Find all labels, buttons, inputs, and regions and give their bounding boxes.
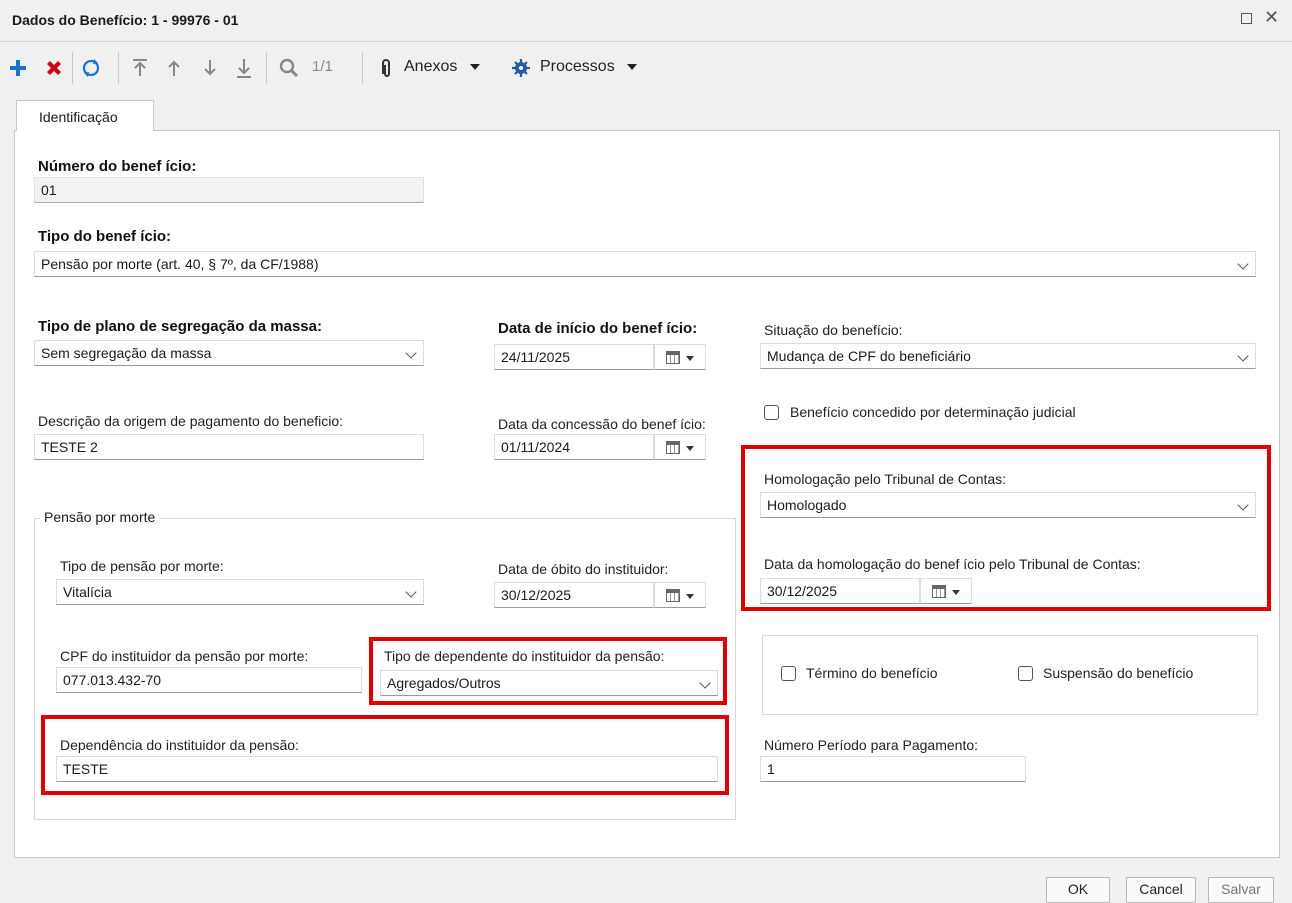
- attachments-label: Anexos: [404, 58, 458, 75]
- chevron-down-icon: [699, 677, 711, 689]
- data-concessao-input[interactable]: 01/11/2024: [494, 434, 654, 460]
- page-counter: 1/1: [312, 58, 333, 75]
- situacao-label: Situação do benefício:: [764, 322, 903, 338]
- numero-beneficio-field: 01: [34, 177, 424, 203]
- chevron-down-icon: [405, 347, 417, 359]
- pensao-group-title: Pensão por morte: [40, 509, 160, 525]
- data-inicio-input[interactable]: 24/11/2025: [494, 344, 654, 370]
- data-homologacao-label: Data da homologação do benef ício pelo T…: [764, 556, 1141, 572]
- chevron-down-icon: [405, 586, 417, 598]
- calendar-icon[interactable]: [654, 344, 706, 370]
- save-button[interactable]: Salvar: [1208, 877, 1274, 903]
- tipo-beneficio-label: Tipo do benef ício:: [38, 228, 172, 245]
- tipo-pensao-label: Tipo de pensão por morte:: [60, 558, 224, 574]
- attachments-menu[interactable]: Anexos: [404, 58, 480, 76]
- paperclip-icon: [378, 56, 394, 80]
- toolbar: 1/1 Anexos Processos: [0, 44, 1292, 92]
- processes-label: Processos: [540, 58, 615, 75]
- dependencia-label: Dependência do instituidor da pensão:: [60, 737, 299, 753]
- arrow-up-icon[interactable]: [164, 56, 184, 80]
- window-titlebar: Dados do Benefício: 1 - 99976 - 01 ✕: [0, 0, 1292, 42]
- homologacao-select[interactable]: Homologado: [760, 492, 1256, 518]
- chevron-down-icon: [469, 63, 480, 70]
- arrow-down-icon[interactable]: [200, 56, 220, 80]
- numero-beneficio-label: Número do benef ício:: [38, 158, 197, 175]
- refresh-icon[interactable]: [80, 56, 102, 80]
- tipo-dependente-value: Agregados/Outros: [387, 675, 501, 691]
- descricao-origem-label: Descrição da origem de pagamento do bene…: [38, 413, 344, 429]
- calendar-icon[interactable]: [654, 434, 706, 460]
- search-icon[interactable]: [278, 56, 300, 80]
- suspensao-label: Suspensão do benefício: [1043, 665, 1194, 681]
- homologacao-value: Homologado: [767, 497, 847, 513]
- window-title: Dados do Benefício: 1 - 99976 - 01: [12, 12, 239, 28]
- numero-periodo-label: Número Período para Pagamento:: [764, 737, 979, 753]
- numero-periodo-input[interactable]: 1: [760, 756, 1026, 782]
- processes-menu[interactable]: Processos: [540, 58, 638, 76]
- situacao-select[interactable]: Mudança de CPF do beneficiário: [760, 343, 1256, 369]
- calendar-icon[interactable]: [920, 578, 972, 604]
- suspensao-checkbox[interactable]: [1018, 666, 1033, 681]
- tipo-plano-value: Sem segregação da massa: [41, 345, 212, 361]
- ok-button[interactable]: OK: [1046, 877, 1110, 903]
- data-obito-label: Data de óbito do instituidor:: [498, 561, 669, 577]
- tipo-pensao-select[interactable]: Vitalícia: [56, 579, 424, 605]
- chevron-down-icon: [627, 63, 638, 70]
- chevron-down-icon: [1237, 258, 1249, 270]
- tipo-dependente-select[interactable]: Agregados/Outros: [380, 670, 718, 696]
- descricao-origem-input[interactable]: TESTE 2: [34, 434, 424, 460]
- dependencia-input[interactable]: TESTE: [56, 756, 718, 782]
- judicial-checkbox[interactable]: [764, 405, 779, 420]
- cpf-instituidor-input[interactable]: 077.013.432-70: [56, 667, 362, 693]
- x-icon[interactable]: [44, 56, 64, 80]
- tipo-plano-select[interactable]: Sem segregação da massa: [34, 340, 424, 366]
- data-inicio-label: Data de início do benef ício:: [498, 320, 698, 337]
- calendar-icon[interactable]: [654, 582, 706, 608]
- homologacao-label: Homologação pelo Tribunal de Contas:: [764, 471, 1007, 487]
- chevron-down-icon: [1237, 350, 1249, 362]
- tab-identificacao[interactable]: Identificação: [16, 100, 154, 131]
- termino-checkbox[interactable]: [781, 666, 796, 681]
- plus-icon[interactable]: [8, 56, 28, 80]
- gear-icon: [512, 56, 530, 80]
- data-concessao-label: Data da concessão do benef ício:: [498, 416, 706, 432]
- tipo-dependente-label: Tipo de dependente do instituidor da pen…: [384, 648, 665, 664]
- data-obito-input[interactable]: 30/12/2025: [494, 582, 654, 608]
- judicial-label: Benefício concedido por determinação jud…: [790, 404, 1076, 420]
- cpf-instituidor-label: CPF do instituidor da pensão por morte:: [60, 648, 309, 664]
- termino-label: Término do benefício: [806, 665, 938, 681]
- tipo-pensao-value: Vitalícia: [63, 584, 112, 600]
- situacao-value: Mudança de CPF do beneficiário: [767, 348, 971, 364]
- close-icon[interactable]: ✕: [1264, 8, 1279, 26]
- maximize-icon[interactable]: [1241, 13, 1252, 24]
- data-homologacao-input[interactable]: 30/12/2025: [760, 578, 920, 604]
- cancel-button[interactable]: Cancel: [1126, 877, 1196, 903]
- tipo-beneficio-select[interactable]: Pensão por morte (art. 40, § 7º, da CF/1…: [34, 251, 1256, 277]
- tipo-beneficio-value: Pensão por morte (art. 40, § 7º, da CF/1…: [41, 256, 319, 272]
- arrow-first-icon[interactable]: [130, 56, 150, 80]
- arrow-last-icon[interactable]: [234, 56, 254, 80]
- tipo-plano-label: Tipo de plano de segregação da massa:: [38, 318, 322, 335]
- chevron-down-icon: [1237, 499, 1249, 511]
- tab-label: Identificação: [39, 109, 118, 125]
